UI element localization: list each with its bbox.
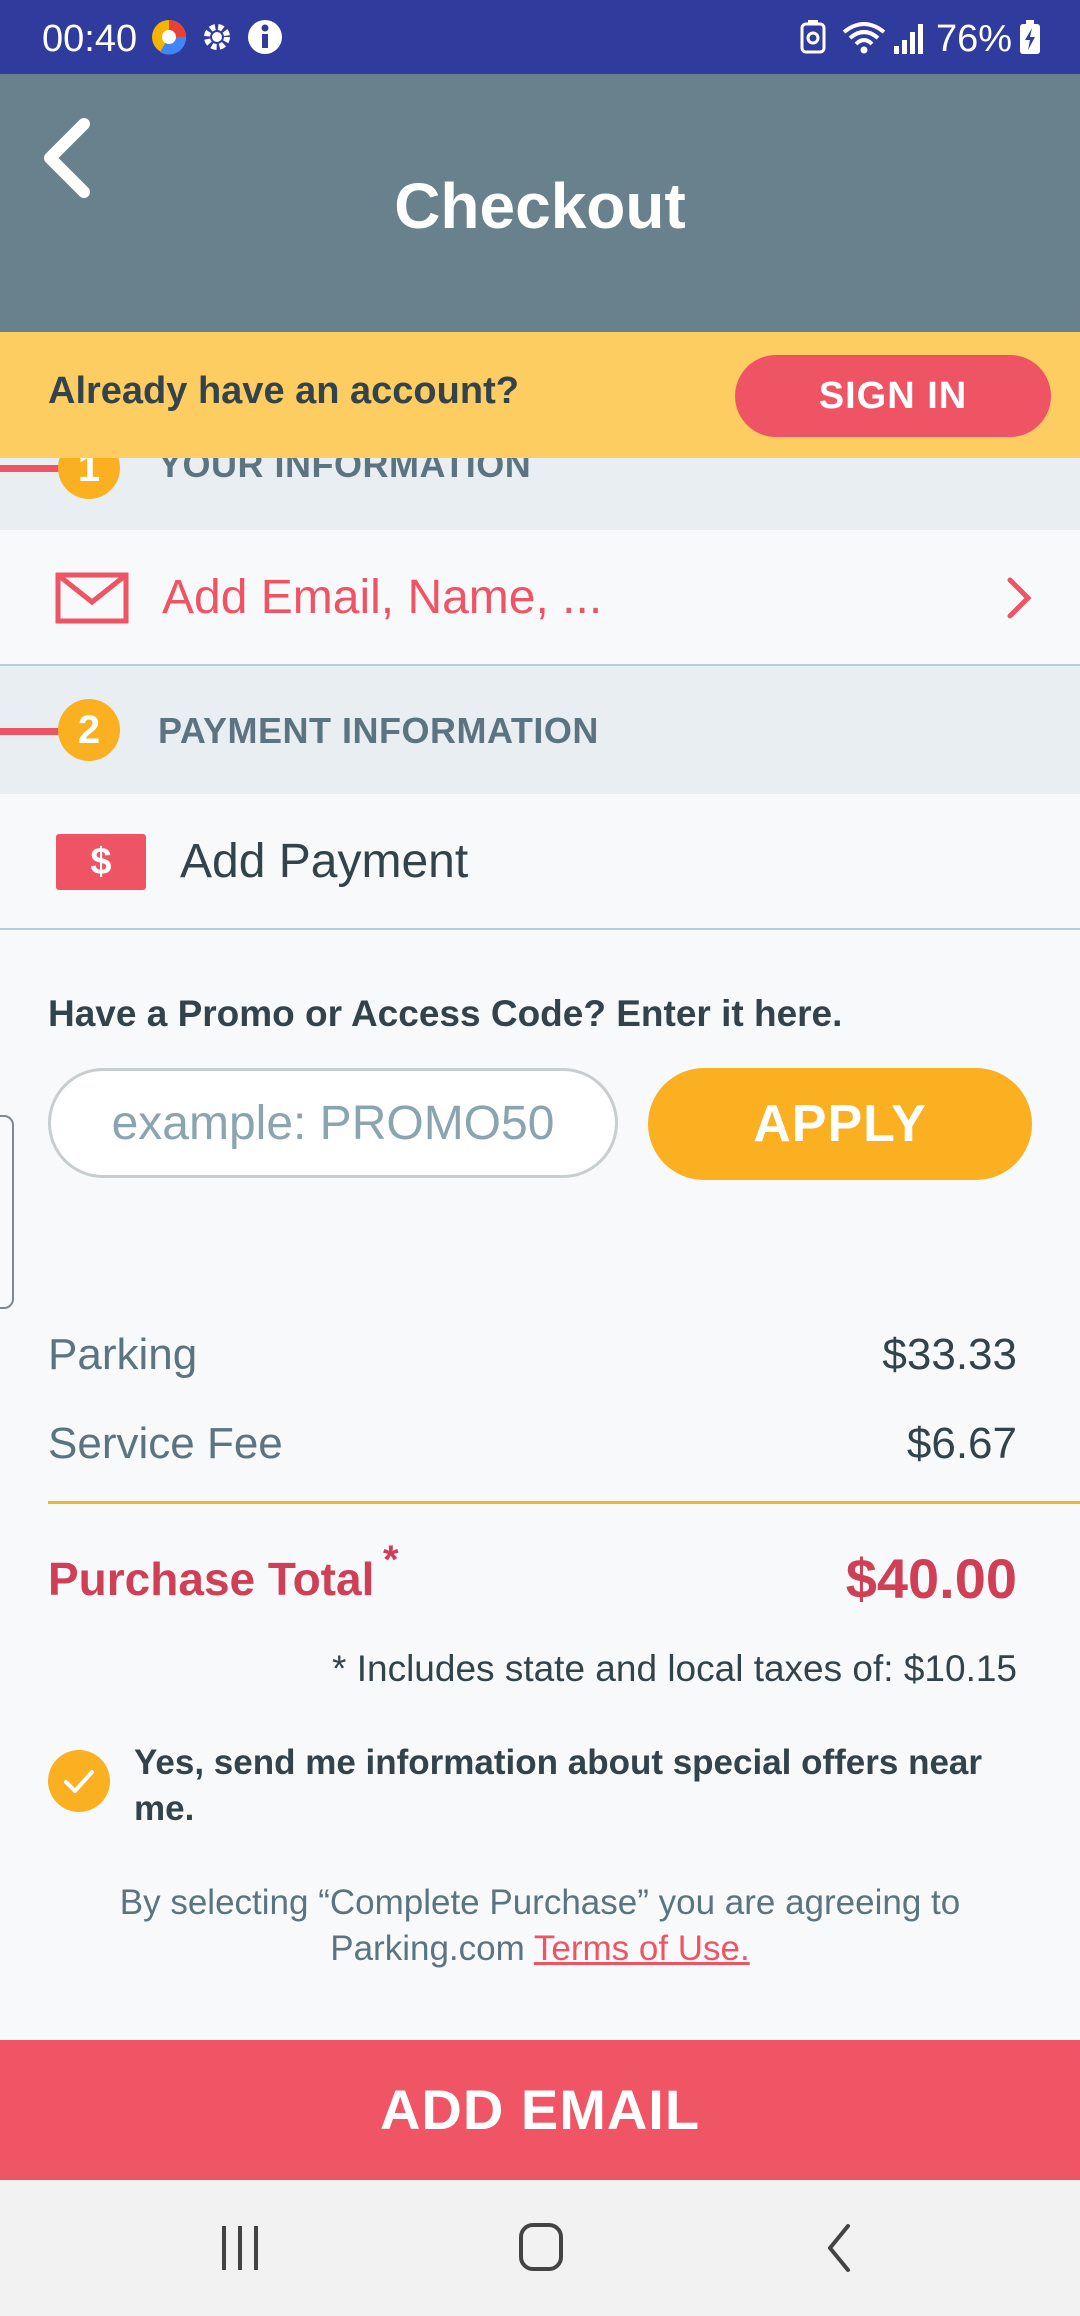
sign-in-button[interactable]: SIGN IN [735,355,1051,437]
tax-note: * Includes state and local taxes of: $10… [332,1648,1017,1689]
promo-label: Have a Promo or Access Code? Enter it he… [48,993,843,1034]
add-contact-label: Add Email, Name, ... [162,571,603,624]
home-icon[interactable] [516,2218,566,2276]
battery-icon [1020,20,1040,54]
back-nav-icon[interactable] [820,2220,860,2276]
section-title: PAYMENT INFORMATION [158,710,599,751]
page-title: Checkout [394,170,686,242]
terms-of-use-link[interactable]: Terms of Use. [534,1929,750,1968]
checkmark-icon [64,1770,94,1793]
line-item-value: $6.67 [906,1419,1017,1468]
status-time: 00:40 [42,18,138,60]
banner-text: Already have an account? [48,370,519,412]
system-nav-bar [0,2180,1080,2316]
settings-gear-icon [204,24,230,50]
dollar-icon: $ [56,834,146,890]
add-payment-row[interactable]: $ Add Payment [0,794,1080,930]
add-contact-row[interactable]: Add Email, Name, ... [0,530,1080,666]
battery-percent: 76% [936,18,1013,60]
status-bar: 00:40 76% [0,0,1080,74]
add-payment-label: Add Payment [180,835,469,888]
step-number-2: 2 [58,699,120,761]
line-item-value: $33.33 [882,1330,1017,1379]
browser-app-icon [152,20,187,55]
chevron-right-icon [1007,577,1032,619]
line-item-label: Parking [48,1330,198,1379]
add-email-button[interactable]: ADD EMAIL [0,2040,1080,2180]
total-asterisk: * [383,1538,399,1582]
purchase-total-label: Purchase Total [48,1553,375,1605]
wifi-icon [842,22,886,54]
offers-optin-text: Yes, send me information about special o… [134,1743,983,1828]
terms-text: By selecting “Complete Purchase” you are… [60,1880,1020,1972]
apply-button[interactable]: APPLY [648,1068,1032,1180]
line-item-label: Service Fee [48,1419,283,1468]
promo-code-input[interactable] [48,1068,618,1178]
envelope-icon [55,572,129,624]
info-icon [248,20,282,54]
section-payment-information: 2 PAYMENT INFORMATION [0,666,1080,794]
battery-saver-icon [800,20,826,54]
signal-icon [894,24,923,54]
app-header: Checkout [0,74,1080,332]
recent-apps-icon[interactable] [216,2220,264,2276]
purchase-total-value: $40.00 [845,1547,1017,1610]
offers-checkbox[interactable] [48,1750,110,1812]
back-arrow-icon[interactable] [34,108,104,208]
summary-divider [48,1501,1080,1504]
side-drawer-handle[interactable] [0,1115,14,1309]
